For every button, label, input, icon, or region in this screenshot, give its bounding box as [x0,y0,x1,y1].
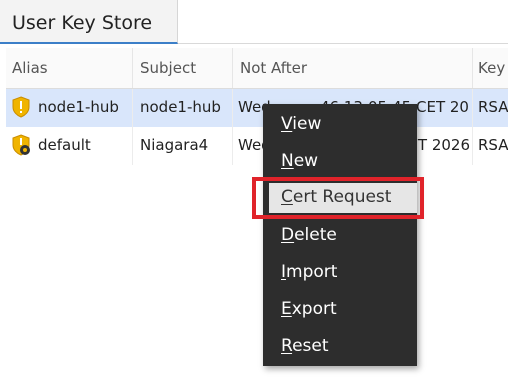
menu-label-rest: ew [293,151,319,171]
tab-strip-border [178,43,508,44]
menu-item-import[interactable]: Import [263,258,417,288]
menu-item-label: New [281,151,318,171]
menu-item-label: View [281,114,321,134]
menu-label-rest: elete [294,225,337,245]
menu-item-label: Delete [281,225,337,245]
table-row[interactable]: node1-hub node1-hub Wed D 46 13:05:45 CE… [6,89,508,127]
key-cell: RSA [478,98,508,116]
menu-item-view[interactable]: View [263,110,417,140]
cell-divider [472,127,473,165]
menu-item-export[interactable]: Export [263,295,417,325]
menu-label-rest: xport [291,299,337,319]
column-header-subject[interactable]: Subject [140,59,196,77]
cert-request-highlight [252,177,424,219]
menu-mnemonic: V [281,114,293,134]
certificate-shield-icon [12,96,30,118]
menu-item-delete[interactable]: Delete [263,221,417,251]
tab-user-key-store[interactable]: User Key Store [0,0,178,44]
menu-label-rest: iew [292,114,322,134]
tab-strip: User Key Store [0,0,508,46]
menu-label-rest: mport [286,262,338,282]
column-divider[interactable] [132,48,133,88]
column-divider[interactable] [232,48,233,88]
menu-item-label: Export [281,299,337,319]
subject-cell: node1-hub [140,98,221,116]
menu-item-label: Reset [281,336,329,356]
cell-divider [232,127,233,165]
menu-label-rest: eset [292,336,329,356]
context-menu: View New Cert Request Delete Import Expo… [263,104,417,366]
subject-cell: Niagara4 [140,136,209,154]
cell-divider [132,89,133,127]
menu-item-new[interactable]: New [263,147,417,177]
column-divider[interactable] [472,48,473,88]
cell-divider [132,127,133,165]
alias-cell: default [38,136,91,154]
column-header-alias[interactable]: Alias [12,59,48,77]
menu-item-reset[interactable]: Reset [263,332,417,362]
tab-label: User Key Store [12,12,153,34]
column-header-key[interactable]: Key [478,59,505,77]
table-row[interactable]: default Niagara4 Wed T 2026 RSA [6,127,508,165]
menu-item-label: Import [281,262,337,282]
certificate-default-shield-icon [12,134,30,156]
key-cell: RSA [478,136,508,154]
cell-divider [232,89,233,127]
key-store-table: Alias Subject Not After Key node1-hub no… [6,48,508,165]
alias-cell: node1-hub [38,98,119,116]
menu-mnemonic: R [281,336,293,356]
cell-divider [472,89,473,127]
column-header-not-after[interactable]: Not After [240,59,307,77]
menu-mnemonic: E [281,299,292,319]
table-header: Alias Subject Not After Key [6,48,508,89]
menu-mnemonic: N [281,151,294,171]
menu-mnemonic: D [281,225,295,245]
